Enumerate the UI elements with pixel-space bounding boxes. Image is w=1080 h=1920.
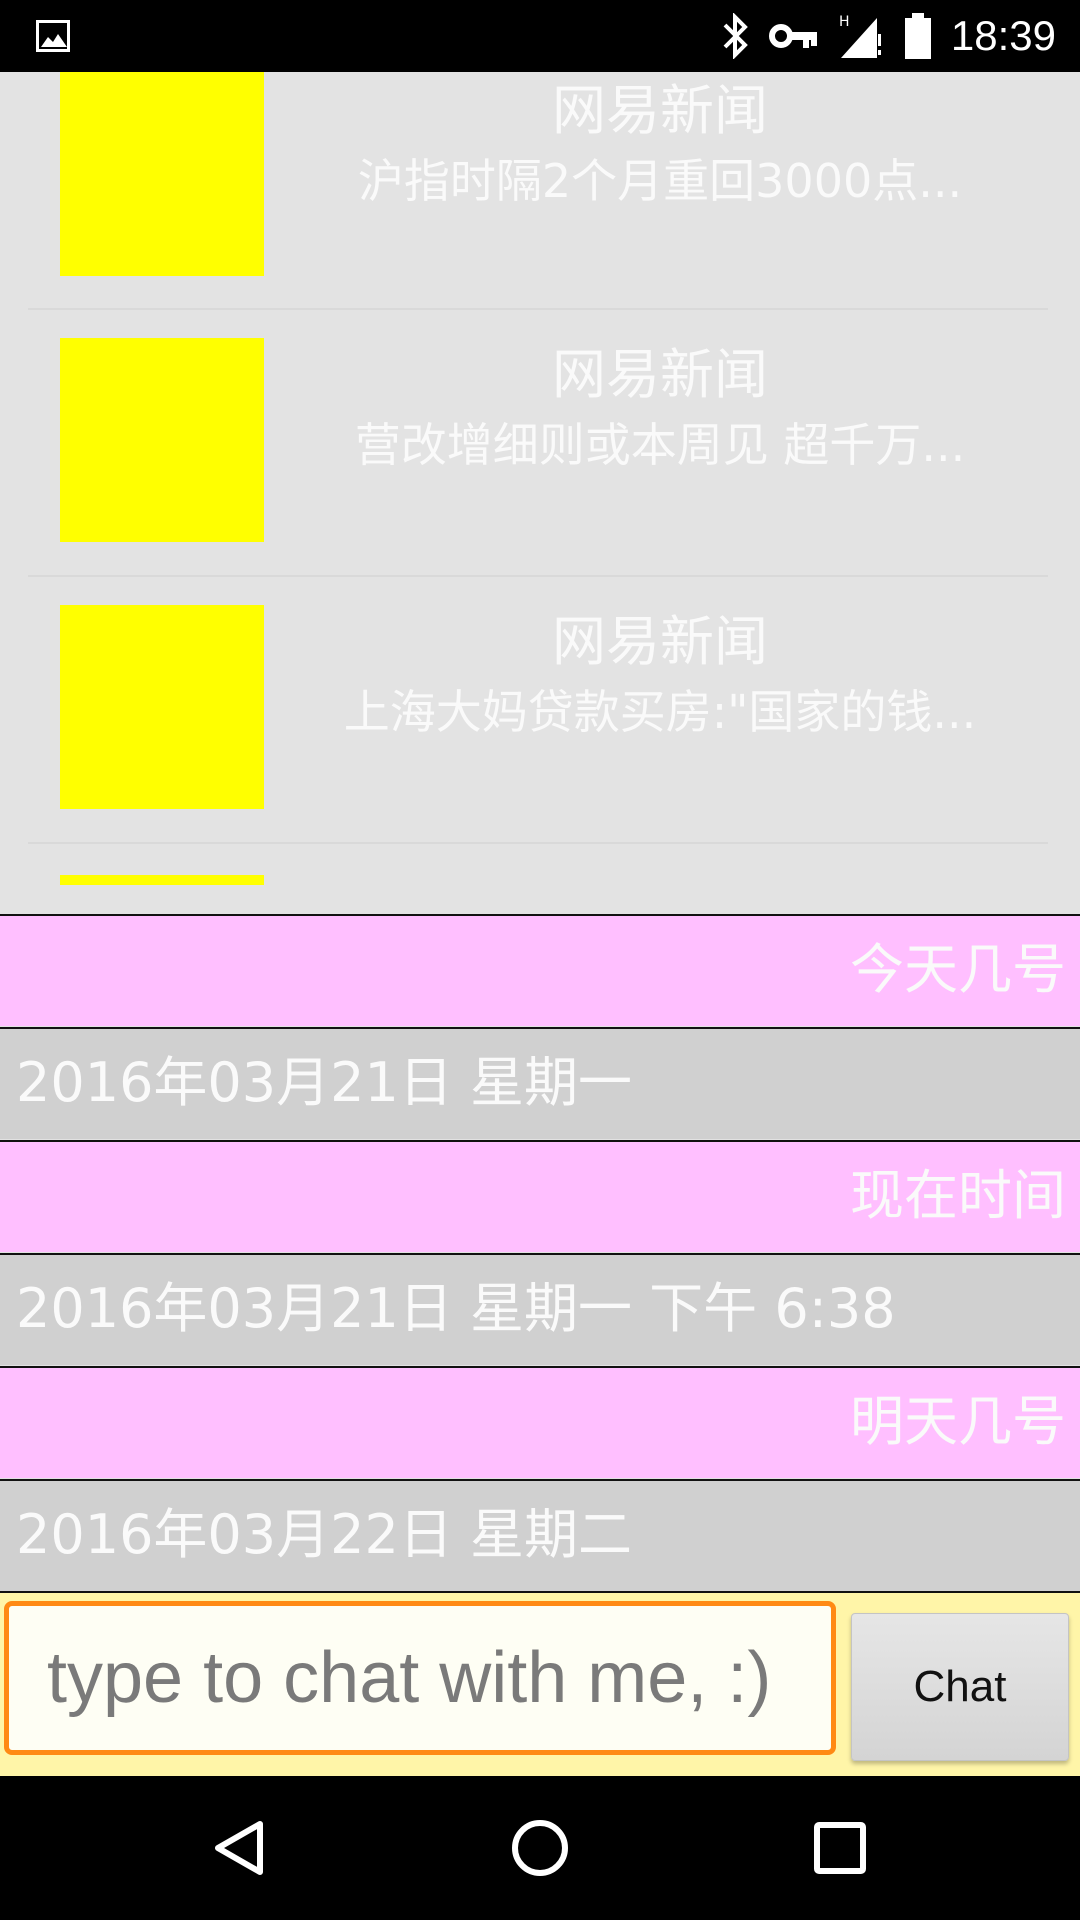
chat-message-user: 现在时间 [0,1140,1080,1252]
news-thumbnail [60,72,264,276]
recents-button[interactable] [760,1776,920,1920]
news-headline: 沪指时隔2个月重回3000点... [357,154,963,208]
back-icon [215,1821,263,1875]
news-feed[interactable]: 网易新闻 沪指时隔2个月重回3000点... 网易新闻 营改增细则或本周见 超千… [0,72,1080,914]
battery-icon [904,13,931,59]
chat-message-bot: 2016年03月21日 星期一 [0,1027,1080,1139]
news-text: 网易新闻 营改增细则或本周见 超千万... [290,340,1030,480]
home-button[interactable] [460,1776,620,1920]
chat-list[interactable]: 今天几号 2016年03月21日 星期一 现在时间 2016年03月21日 星期… [0,914,1080,1592]
news-item[interactable]: 网易新闻 营改增细则或本周见 超千万... [0,310,1080,576]
vpn-key-icon [768,24,817,48]
news-thumbnail [60,605,264,809]
back-button[interactable] [160,1776,320,1920]
news-divider [28,842,1048,844]
chat-message-user: 今天几号 [0,914,1080,1026]
news-thumbnail [60,338,264,542]
news-headline: 上海大妈贷款买房:"国家的钱... [343,685,977,739]
news-text: 网易新闻 沪指时隔2个月重回3000点... [290,76,1030,216]
news-source: 网易新闻 [552,610,768,673]
news-headline: 营改增细则或本周见 超千万... [354,418,966,472]
home-icon [512,1820,568,1876]
svg-text:H: H [839,14,850,30]
status-icons: H 18:39 [721,0,1056,72]
news-thumbnail-partial [60,875,264,885]
nav-bar [0,1776,1080,1920]
signal-h-icon: H [839,14,882,58]
chat-message-user: 明天几号 [0,1366,1080,1478]
chat-button[interactable]: Chat [851,1613,1069,1761]
recents-icon [814,1822,866,1874]
news-source: 网易新闻 [552,343,768,406]
news-item[interactable]: 网易新闻 上海大妈贷款买房:"国家的钱... [0,577,1080,843]
bluetooth-icon [723,13,748,59]
chat-message-bot: 2016年03月21日 星期一 下午 6:38 [0,1253,1080,1365]
chat-input[interactable] [4,1601,836,1755]
news-source: 网易新闻 [552,79,768,142]
chat-message-bot: 2016年03月22日 星期二 [0,1479,1080,1591]
gallery-icon [36,20,70,52]
input-bar: Chat [0,1593,1080,1776]
news-item[interactable]: 网易新闻 沪指时隔2个月重回3000点... [0,72,1080,276]
status-bar: H 18:39 [0,0,1080,72]
news-text: 网易新闻 上海大妈贷款买房:"国家的钱... [290,607,1030,747]
status-time: 18:39 [950,12,1056,59]
